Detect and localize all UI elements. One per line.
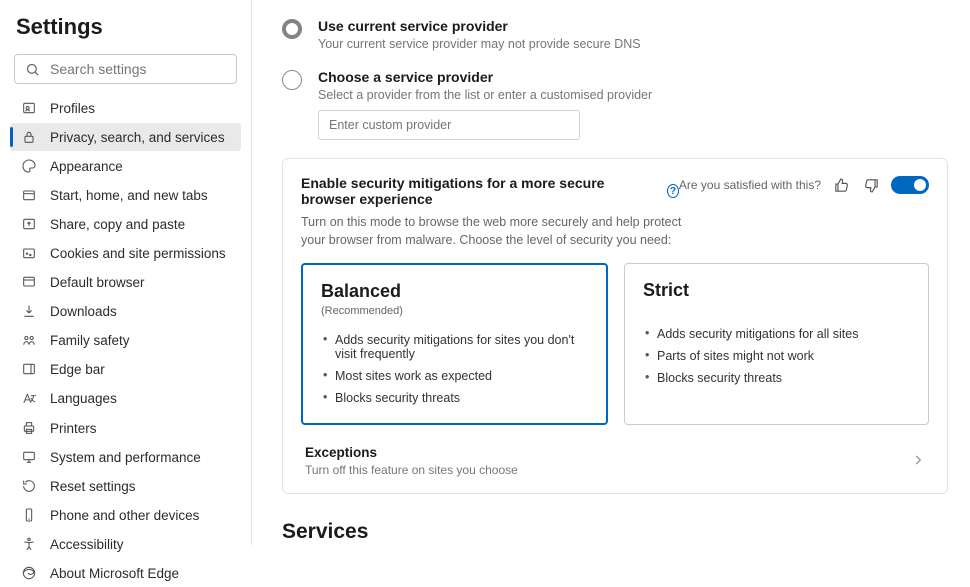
info-icon[interactable]: ?: [667, 184, 679, 198]
browser-icon: [20, 274, 38, 290]
search-settings-field[interactable]: [14, 54, 237, 84]
printer-icon: [20, 420, 38, 436]
sidebar-nav: Profiles Privacy, search, and services A…: [10, 94, 241, 587]
appearance-icon: [20, 158, 38, 174]
sidebar-item-label: Profiles: [50, 101, 95, 116]
sidebar-item-printers[interactable]: Printers: [10, 414, 241, 442]
sidebar-item-profiles[interactable]: Profiles: [10, 94, 241, 122]
sidebar-item-phone[interactable]: Phone and other devices: [10, 501, 241, 529]
sidebar-item-label: Reset settings: [50, 479, 136, 494]
system-icon: [20, 449, 38, 465]
balanced-title: Balanced: [321, 281, 588, 302]
security-mitigations-card: Are you satisfied with this? Enable secu…: [282, 158, 948, 494]
strict-title: Strict: [643, 280, 910, 301]
languages-icon: [20, 390, 38, 407]
phone-icon: [20, 507, 38, 523]
mode-balanced-card[interactable]: Balanced (Recommended) Adds security mit…: [301, 263, 608, 425]
sidebar-item-label: Share, copy and paste: [50, 217, 185, 232]
sidebar-item-privacy[interactable]: Privacy, search, and services: [10, 123, 241, 151]
dns-opt2-title: Choose a service provider: [318, 69, 948, 85]
sidebar-item-family[interactable]: Family safety: [10, 326, 241, 354]
sidebar-item-label: About Microsoft Edge: [50, 566, 179, 581]
sidebar-item-reset[interactable]: Reset settings: [10, 472, 241, 500]
sidebar-item-label: Phone and other devices: [50, 508, 199, 523]
strict-bullet: Blocks security threats: [643, 367, 910, 389]
balanced-bullet: Most sites work as expected: [321, 365, 588, 387]
search-icon: [25, 62, 40, 77]
exceptions-row[interactable]: Exceptions Turn off this feature on site…: [301, 431, 929, 485]
radio-icon: [282, 19, 302, 39]
sidebar-item-label: Cookies and site permissions: [50, 246, 226, 261]
dns-option-current[interactable]: Use current service provider Your curren…: [282, 18, 948, 51]
sidebar-item-label: Downloads: [50, 304, 117, 319]
search-input[interactable]: [50, 61, 231, 77]
dns-option-choose[interactable]: Choose a service provider Select a provi…: [282, 69, 948, 140]
balanced-bullet: Adds security mitigations for sites you …: [321, 329, 588, 365]
strict-bullet: Parts of sites might not work: [643, 345, 910, 367]
sidebar-item-edge-bar[interactable]: Edge bar: [10, 355, 241, 383]
feedback-row: Are you satisfied with this?: [679, 175, 929, 195]
sidebar-item-accessibility[interactable]: Accessibility: [10, 530, 241, 558]
services-heading: Services: [282, 520, 948, 544]
sidebar-item-label: System and performance: [50, 450, 201, 465]
share-icon: [20, 216, 38, 232]
sidebar-item-cookies[interactable]: Cookies and site permissions: [10, 239, 241, 267]
thumbs-down-button[interactable]: [861, 175, 881, 195]
mode-strict-card[interactable]: Strict Adds security mitigations for all…: [624, 263, 929, 425]
sidebar-item-label: Family safety: [50, 333, 130, 348]
lock-icon: [20, 129, 38, 145]
family-icon: [20, 332, 38, 348]
balanced-recommended: (Recommended): [321, 305, 588, 317]
mitigations-desc: Turn on this mode to browse the web more…: [301, 213, 701, 249]
feedback-prompt: Are you satisfied with this?: [679, 178, 821, 192]
sidebar-item-label: Privacy, search, and services: [50, 130, 225, 145]
sidebar-item-system[interactable]: System and performance: [10, 443, 241, 471]
exceptions-desc: Turn off this feature on sites you choos…: [305, 463, 518, 477]
reset-icon: [20, 478, 38, 494]
sidebar-item-label: Default browser: [50, 275, 145, 290]
sidebar-item-label: Accessibility: [50, 537, 124, 552]
thumbs-up-button[interactable]: [831, 175, 851, 195]
sidebar-item-about[interactable]: About Microsoft Edge: [10, 559, 241, 587]
sidebar-item-label: Languages: [50, 391, 117, 406]
sidebar-item-default-browser[interactable]: Default browser: [10, 268, 241, 296]
edge-icon: [20, 565, 38, 581]
sidebar-item-downloads[interactable]: Downloads: [10, 297, 241, 325]
sidebar-item-label: Appearance: [50, 159, 123, 174]
sidebar-item-share[interactable]: Share, copy and paste: [10, 210, 241, 238]
dns-opt2-desc: Select a provider from the list or enter…: [318, 88, 948, 102]
settings-title: Settings: [16, 14, 241, 40]
cookies-icon: [20, 245, 38, 261]
sidebar-item-label: Start, home, and new tabs: [50, 188, 208, 203]
dns-opt1-title: Use current service provider: [318, 18, 948, 34]
balanced-bullet: Blocks security threats: [321, 387, 588, 409]
exceptions-title: Exceptions: [305, 445, 518, 460]
radio-icon: [282, 70, 302, 90]
settings-sidebar: Settings Profiles Privacy, search, and s…: [0, 0, 252, 545]
download-icon: [20, 303, 38, 319]
settings-main: Use current service provider Your curren…: [252, 0, 970, 545]
strict-bullet: Adds security mitigations for all sites: [643, 323, 910, 345]
sidebar-item-label: Edge bar: [50, 362, 105, 377]
sidebar-item-appearance[interactable]: Appearance: [10, 152, 241, 180]
mitigations-title: Enable security mitigations for a more s…: [301, 175, 679, 207]
chevron-right-icon: [911, 453, 925, 470]
sidebar-item-start[interactable]: Start, home, and new tabs: [10, 181, 241, 209]
edgebar-icon: [20, 361, 38, 377]
mitigations-toggle[interactable]: [891, 176, 929, 194]
profile-icon: [20, 100, 38, 116]
tabs-icon: [20, 187, 38, 203]
accessibility-icon: [20, 536, 38, 552]
sidebar-item-languages[interactable]: Languages: [10, 384, 241, 413]
dns-opt1-desc: Your current service provider may not pr…: [318, 37, 948, 51]
sidebar-item-label: Printers: [50, 421, 97, 436]
custom-provider-input[interactable]: [318, 110, 580, 140]
